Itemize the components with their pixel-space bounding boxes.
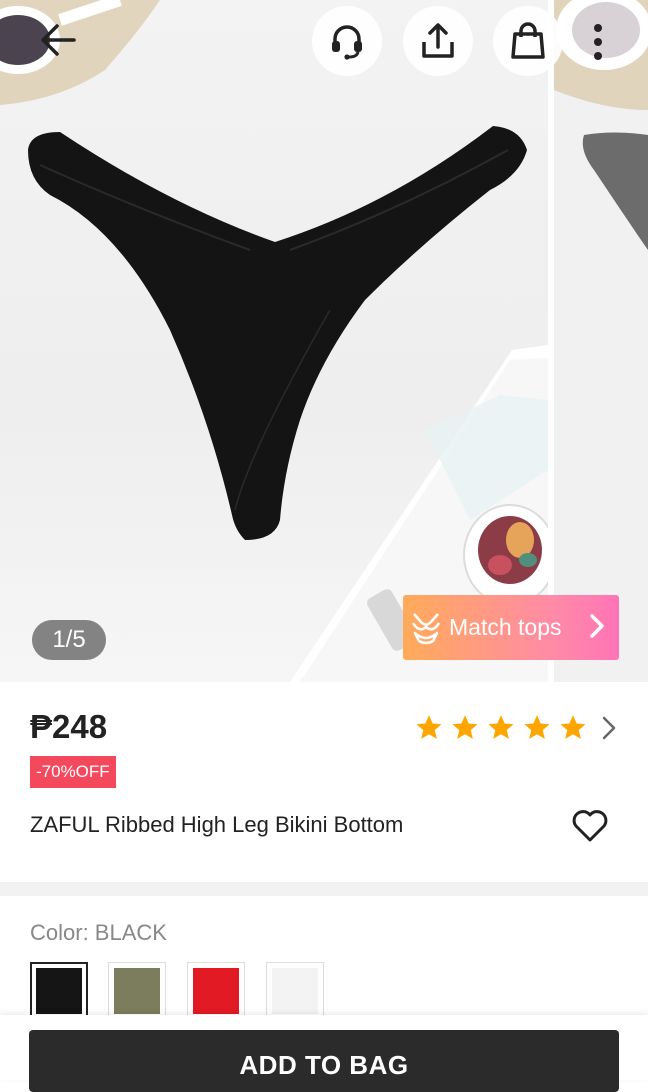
share-icon bbox=[422, 23, 454, 58]
share-button[interactable] bbox=[403, 6, 473, 76]
color-swatch-white[interactable] bbox=[266, 962, 324, 1020]
star-icon bbox=[560, 715, 586, 739]
section-separator bbox=[0, 882, 648, 896]
match-tops-button[interactable]: Match tops bbox=[403, 595, 619, 660]
chevron-right-icon[interactable] bbox=[601, 714, 617, 742]
color-swatch-red[interactable] bbox=[187, 962, 245, 1020]
bottom-action-bar: ADD TO BAG bbox=[0, 1015, 648, 1092]
swatch-fill bbox=[193, 968, 239, 1014]
swatch-fill bbox=[272, 968, 318, 1014]
shopping-bag-icon bbox=[511, 22, 545, 59]
color-swatch-black[interactable] bbox=[30, 962, 88, 1020]
more-vertical-icon bbox=[594, 24, 602, 60]
next-photo-peek bbox=[554, 0, 648, 250]
star-icon bbox=[488, 715, 514, 739]
match-tops-label: Match tops bbox=[449, 614, 562, 640]
image-page-indicator: 1/5 bbox=[32, 620, 106, 660]
star-icon bbox=[416, 715, 442, 739]
back-button[interactable] bbox=[22, 4, 94, 76]
bikini-icon bbox=[411, 612, 441, 644]
star-icon bbox=[524, 715, 550, 739]
discount-badge: -70%OFF bbox=[30, 756, 116, 788]
headset-icon bbox=[332, 25, 362, 60]
customer-service-button[interactable] bbox=[312, 6, 382, 76]
chevron-right-icon bbox=[590, 614, 604, 638]
product-photo bbox=[0, 0, 548, 682]
add-to-bag-button[interactable]: ADD TO BAG bbox=[29, 1030, 619, 1092]
swatch-fill bbox=[36, 968, 82, 1014]
shopping-bag-button[interactable] bbox=[493, 6, 563, 76]
product-price: ₱248 bbox=[30, 708, 108, 745]
wishlist-button[interactable] bbox=[570, 806, 610, 846]
back-arrow-icon bbox=[41, 24, 76, 56]
more-options-button[interactable] bbox=[578, 14, 618, 70]
product-image-next[interactable] bbox=[554, 0, 648, 682]
color-label: Color: BLACK bbox=[30, 920, 167, 945]
product-title: ZAFUL Ribbed High Leg Bikini Bottom bbox=[30, 812, 404, 837]
heart-icon bbox=[572, 810, 608, 842]
star-icon bbox=[452, 715, 478, 739]
product-image-main[interactable] bbox=[0, 0, 548, 682]
rating-stars[interactable] bbox=[414, 710, 594, 746]
swatch-fill bbox=[114, 968, 160, 1014]
color-swatch-olive[interactable] bbox=[108, 962, 166, 1020]
product-image-gallery[interactable]: 1/5 Match tops bbox=[0, 0, 648, 682]
product-info: ₱248 -70%OFF ZAFUL Ribbed High Leg Bikin… bbox=[0, 682, 648, 882]
